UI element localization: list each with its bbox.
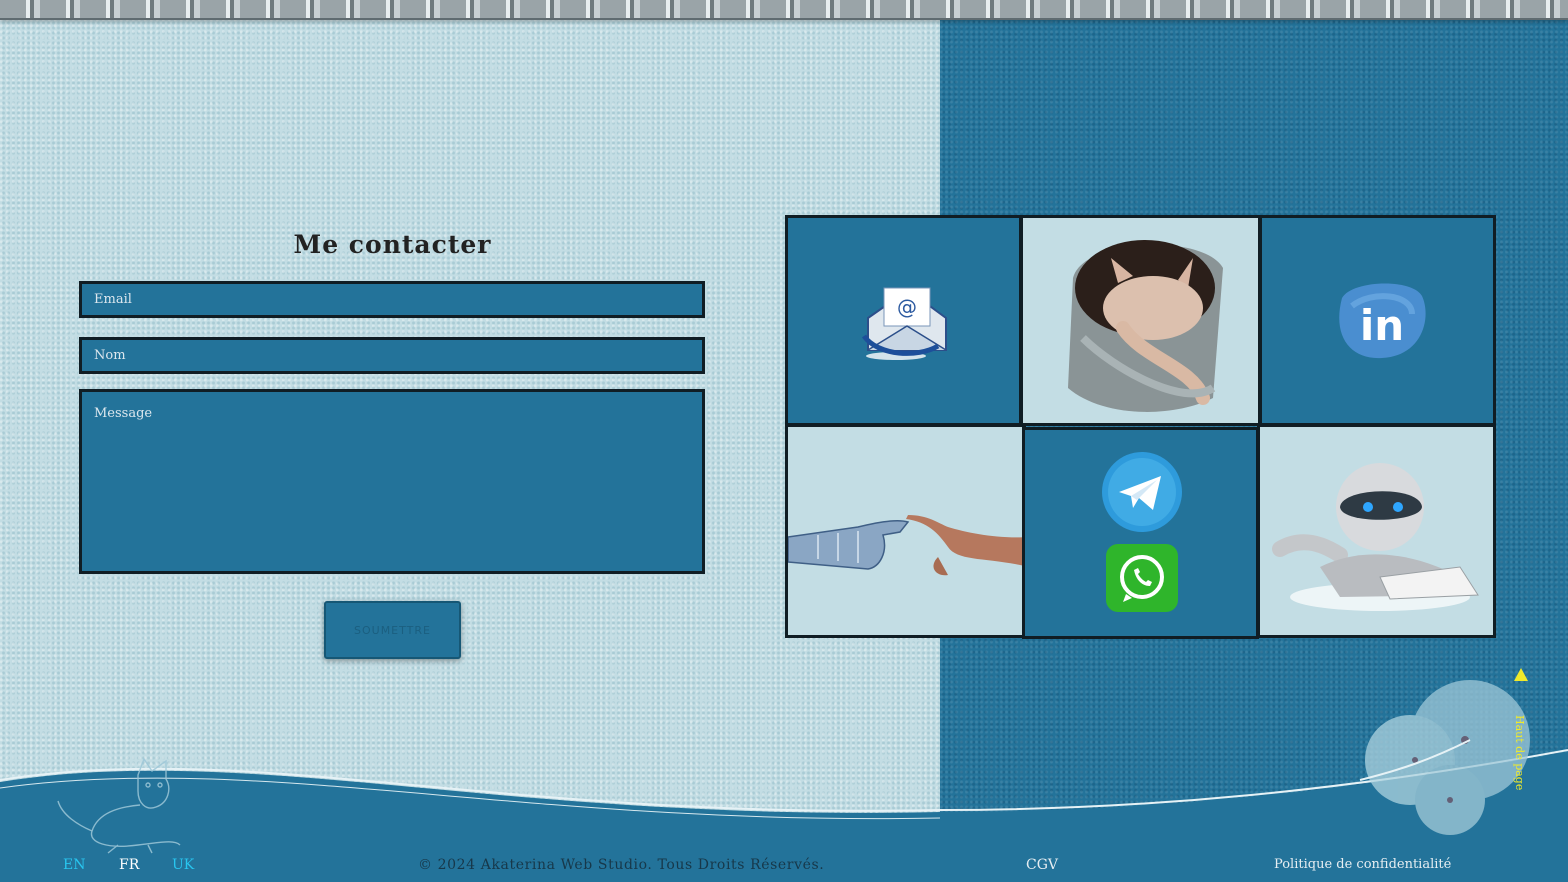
back-to-top-link[interactable]: Haut de page [1512, 668, 1530, 798]
messaging-tile[interactable] [1022, 427, 1259, 639]
copyright-text: © 2024 Akaterina Web Studio. Tous Droits… [418, 857, 825, 873]
up-arrow-icon [1514, 668, 1528, 681]
sphynx-cat-image [1068, 240, 1223, 412]
cat-sketch-decoration [57, 757, 181, 854]
robot-human-hands-image [788, 515, 1023, 576]
submit-button[interactable]: SOUMETTRE [324, 601, 461, 659]
cgv-link[interactable]: CGV [1026, 857, 1058, 873]
svg-text:@: @ [897, 295, 917, 319]
language-fr[interactable]: FR [119, 857, 139, 873]
name-field[interactable] [79, 337, 705, 374]
whatsapp-icon[interactable] [1102, 542, 1182, 614]
linkedin-tile[interactable]: in [1259, 215, 1496, 426]
language-uk[interactable]: UK [172, 857, 194, 873]
telegram-icon[interactable] [1097, 450, 1187, 534]
email-field[interactable] [79, 281, 705, 318]
page-title: Me contacter [293, 230, 492, 259]
dandelion-decoration [1359, 680, 1530, 835]
hands-tile [785, 424, 1026, 638]
privacy-link[interactable]: Politique de confidentialité [1274, 857, 1451, 872]
robot-tile [1257, 424, 1496, 638]
language-en[interactable]: EN [63, 857, 85, 873]
svg-text:in: in [1360, 301, 1404, 350]
back-to-top-label: Haut de page [1513, 715, 1526, 791]
message-field[interactable] [79, 389, 705, 574]
chain-border [0, 0, 1568, 20]
email-tile[interactable]: @ [785, 215, 1022, 426]
cat-tile [1020, 215, 1261, 426]
linkedin-icon: in [1339, 283, 1426, 359]
reading-robot-image [1272, 463, 1479, 611]
email-envelope-icon: @ [861, 287, 947, 360]
